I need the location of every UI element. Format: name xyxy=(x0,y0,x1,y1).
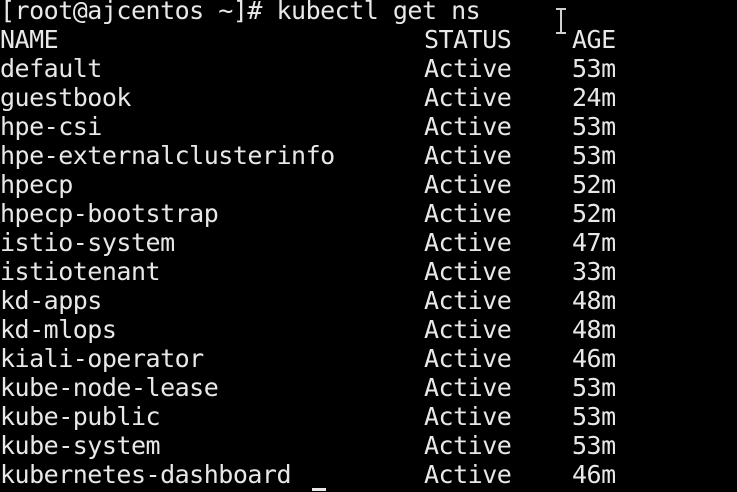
namespace-age: 33m xyxy=(572,257,616,286)
namespace-status: Active xyxy=(424,228,512,257)
namespace-status: Active xyxy=(424,286,512,315)
namespace-age: 46m xyxy=(572,344,616,373)
namespace-age: 24m xyxy=(572,83,616,112)
namespace-status: Active xyxy=(424,315,512,344)
header-status: STATUS xyxy=(424,25,512,54)
namespace-age: 48m xyxy=(572,315,616,344)
table-row: kd-apps Active 48m xyxy=(0,286,737,315)
table-row: kube-node-lease Active 53m xyxy=(0,373,737,402)
terminal-cursor xyxy=(312,488,326,491)
namespace-age: 53m xyxy=(572,431,616,460)
header-age: AGE xyxy=(572,25,616,54)
namespace-age: 53m xyxy=(572,373,616,402)
command-prompt: [root@ajcentos ~]# kubectl get ns xyxy=(0,0,481,25)
table-row: hpe-csi Active 53m xyxy=(0,112,737,141)
table-row: kube-system Active 53m xyxy=(0,431,737,460)
namespace-age: 48m xyxy=(572,286,616,315)
namespace-status: Active xyxy=(424,83,512,112)
table-row: guestbook Active 24m xyxy=(0,83,737,112)
namespace-name: kd-mlops xyxy=(0,315,117,344)
namespace-status: Active xyxy=(424,54,512,83)
namespace-name: kube-system xyxy=(0,431,161,460)
table-row: istio-system Active 47m xyxy=(0,228,737,257)
namespace-age: 46m xyxy=(572,460,616,489)
namespace-status: Active xyxy=(424,199,512,228)
header-name: NAME xyxy=(0,25,59,54)
namespace-name: hpecp-bootstrap xyxy=(0,199,219,228)
namespace-status: Active xyxy=(424,112,512,141)
namespace-age: 53m xyxy=(572,54,616,83)
table-row: kiali-operator Active 46m xyxy=(0,344,737,373)
command-prompt-line: [root@ajcentos ~]# kubectl get ns xyxy=(0,0,737,25)
namespace-name: default xyxy=(0,54,102,83)
namespace-status: Active xyxy=(424,257,512,286)
namespace-name: hpe-csi xyxy=(0,112,102,141)
namespace-status: Active xyxy=(424,141,512,170)
table-row: kube-public Active 53m xyxy=(0,402,737,431)
namespace-name: kubernetes-dashboard xyxy=(0,460,292,489)
namespace-name: kd-apps xyxy=(0,286,102,315)
text-cursor-ibeam-icon xyxy=(556,8,566,34)
namespace-status: Active xyxy=(424,402,512,431)
namespace-name: kiali-operator xyxy=(0,344,204,373)
namespace-age: 53m xyxy=(572,141,616,170)
namespace-age: 53m xyxy=(572,112,616,141)
namespace-name: hpecp xyxy=(0,170,73,199)
namespace-status: Active xyxy=(424,431,512,460)
namespace-name: istiotenant xyxy=(0,257,161,286)
namespace-name: guestbook xyxy=(0,83,131,112)
namespace-name: kube-node-lease xyxy=(0,373,219,402)
table-row: kubernetes-dashboard Active 46m xyxy=(0,460,737,489)
namespace-status: Active xyxy=(424,460,512,489)
namespace-name: kube-public xyxy=(0,402,161,431)
table-row: kd-mlops Active 48m xyxy=(0,315,737,344)
namespace-age: 52m xyxy=(572,199,616,228)
table-row: istiotenant Active 33m xyxy=(0,257,737,286)
terminal-window[interactable]: [root@ajcentos ~]# kubectl get ns NAME S… xyxy=(0,0,737,492)
table-row: hpecp-bootstrap Active 52m xyxy=(0,199,737,228)
namespace-age: 53m xyxy=(572,402,616,431)
namespace-status: Active xyxy=(424,170,512,199)
namespace-name: istio-system xyxy=(0,228,175,257)
table-row: default Active 53m xyxy=(0,54,737,83)
namespace-status: Active xyxy=(424,373,512,402)
namespace-age: 47m xyxy=(572,228,616,257)
table-row: hpecp Active 52m xyxy=(0,170,737,199)
namespace-name: hpe-externalclusterinfo xyxy=(0,141,335,170)
table-header-row: NAME STATUS AGE xyxy=(0,25,737,54)
namespace-status: Active xyxy=(424,344,512,373)
namespace-age: 52m xyxy=(572,170,616,199)
table-row: hpe-externalclusterinfo Active 53m xyxy=(0,141,737,170)
